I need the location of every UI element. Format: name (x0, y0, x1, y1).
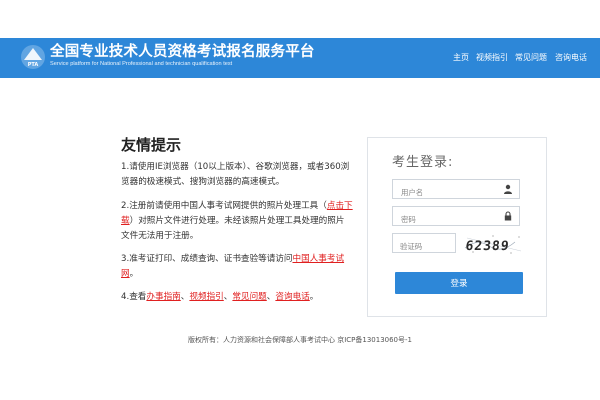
username-input[interactable] (393, 183, 501, 202)
notice-item-4-end: 。 (309, 292, 319, 302)
nav-home[interactable]: 主页 (453, 52, 469, 63)
site-subtitle: Service platform for National Profession… (50, 61, 233, 67)
password-field (392, 206, 520, 229)
pta-logo-icon[interactable]: PTA (20, 44, 46, 70)
username-field (392, 179, 520, 202)
notice-item-1: 1.请使用IE浏览器（10以上版本）、谷歌浏览器，或者360浏览器的极速模式、搜… (121, 162, 350, 187)
notice-item-2-text-b: ）对照片文件进行处理。未经该照片处理工具处理的照片文件无法用于注册。 (121, 216, 345, 241)
user-icon (504, 184, 512, 194)
notice-item-3-text-b: 。 (129, 269, 139, 279)
captcha-input[interactable] (393, 237, 460, 256)
captcha-field (392, 233, 460, 256)
faq-link[interactable]: 常见问题 (232, 292, 266, 302)
notice-title: 友情提示 (121, 136, 182, 154)
login-button[interactable]: 登录 (395, 272, 523, 294)
notice-item-3: 3.准考证打印、成绩查询、证书查验等请访问中国人事考试网。 (121, 252, 353, 282)
notice-item-4-text-a: 4.查看 (121, 292, 147, 302)
guide-link[interactable]: 办事指南 (146, 292, 180, 302)
captcha-text: 62389 (465, 239, 511, 254)
notice-item-2-text-a: 2.注册前请使用中国人事考试网提供的照片处理工具（ (121, 201, 327, 211)
logo-text: PTA (28, 62, 39, 68)
password-input[interactable] (393, 210, 501, 229)
notice-item-4: 4.查看办事指南、视频指引、常见问题、咨询电话。 (121, 290, 353, 305)
site-title: 全国专业技术人员资格考试报名服务平台 (50, 44, 315, 60)
nav-faq[interactable]: 常见问题 (515, 52, 547, 63)
video-guide-link[interactable]: 视频指引 (189, 292, 223, 302)
nav-contact-phone[interactable]: 咨询电话 (555, 52, 587, 63)
notice-item-2: 2.注册前请使用中国人事考试网提供的照片处理工具（点击下载）对照片文件进行处理。… (121, 199, 353, 244)
contact-phone-link[interactable]: 咨询电话 (275, 292, 309, 302)
notice-item-3-text-a: 3.准考证打印、成绩查询、证书查验等请访问 (121, 254, 293, 264)
lock-icon (504, 211, 512, 221)
nav-video-guide[interactable]: 视频指引 (476, 52, 508, 63)
captcha-image[interactable]: 62389 (463, 232, 525, 256)
footer-copyright: 版权所有：人力资源和社会保障部人事考试中心 京ICP备13013060号-1 (187, 336, 412, 344)
login-title: 考生登录: (392, 155, 454, 170)
